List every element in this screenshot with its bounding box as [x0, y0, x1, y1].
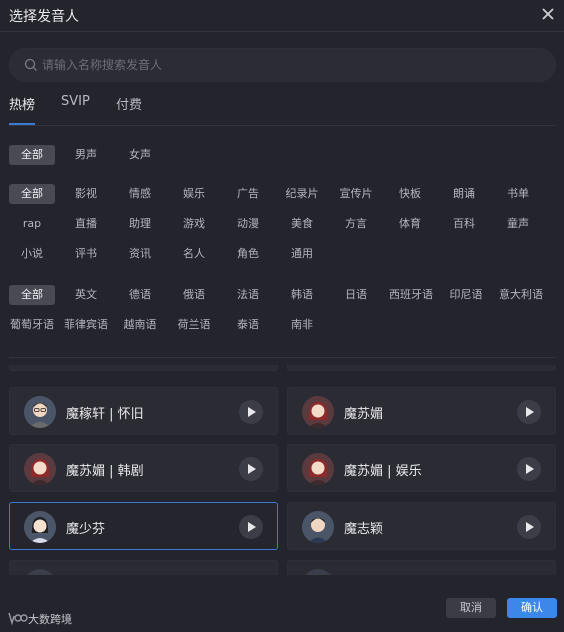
voice-card[interactable]: 魔稼轩 | 怀旧	[9, 387, 278, 435]
voice-name: 魔志颖	[344, 522, 384, 537]
play-icon[interactable]	[517, 457, 541, 481]
category-chip[interactable]: 娱乐	[171, 184, 217, 204]
tab-hot[interactable]: 热榜	[9, 94, 36, 125]
language-chip[interactable]: 意大利语	[493, 285, 549, 305]
voice-name: 魔稼轩 | 怀旧	[66, 407, 144, 422]
voice-card-partial[interactable]	[287, 560, 556, 575]
voice-card-partial[interactable]	[9, 560, 278, 575]
category-chip[interactable]: 通用	[279, 244, 325, 264]
cancel-button[interactable]: 取消	[446, 598, 496, 618]
language-chip[interactable]: 德语	[117, 285, 163, 305]
category-chip[interactable]: 纪录片	[279, 184, 325, 204]
language-chip[interactable]: 法语	[225, 285, 271, 305]
language-chip[interactable]: 泰语	[225, 315, 271, 335]
category-chip[interactable]: 美食	[279, 214, 325, 234]
voice-picker-dialog: 选择发音人 热榜 SVIP 付费 全部 男声 女声 全部 影视 情感 娱乐 广告…	[0, 0, 564, 632]
category-chip[interactable]: 资讯	[117, 244, 163, 264]
avatar	[302, 511, 334, 543]
avatar	[302, 396, 334, 428]
category-chip[interactable]: 情感	[117, 184, 163, 204]
gender-chip-all[interactable]: 全部	[9, 145, 55, 165]
play-icon[interactable]	[239, 457, 263, 481]
play-icon[interactable]	[517, 515, 541, 539]
voice-card[interactable]: 魔苏媚 | 娱乐	[287, 444, 556, 492]
voice-name: 魔苏媚 | 娱乐	[344, 464, 422, 479]
voice-list[interactable]: 魔稼轩 | 怀旧 魔苏媚 魔苏媚 | 韩剧 魔苏媚 | 娱乐 魔少芬 魔志颖	[9, 365, 556, 575]
tab-paid[interactable]: 付费	[116, 94, 142, 125]
search-box	[9, 48, 556, 82]
language-chip[interactable]: 越南语	[117, 315, 163, 335]
category-chip[interactable]: 小说	[9, 244, 55, 264]
voice-name: 魔少芬	[66, 522, 106, 537]
category-chip[interactable]: 方言	[333, 214, 379, 234]
tab-bar: 热榜 SVIP 付费	[9, 92, 556, 126]
avatar	[24, 396, 56, 428]
category-chip[interactable]: 体育	[387, 214, 433, 234]
category-chip[interactable]: 直播	[63, 214, 109, 234]
avatar	[24, 453, 56, 485]
title-bar: 选择发音人	[0, 0, 564, 32]
voice-card-partial[interactable]	[9, 365, 278, 371]
avatar	[302, 453, 334, 485]
voice-card-selected[interactable]: 魔少芬	[9, 502, 278, 550]
search-input[interactable]	[42, 49, 542, 81]
voice-name: 魔苏媚 | 韩剧	[66, 464, 144, 479]
avatar	[24, 569, 56, 575]
category-chip[interactable]: 童声	[495, 214, 541, 234]
category-chip[interactable]: 朗诵	[441, 184, 487, 204]
play-icon[interactable]	[517, 400, 541, 424]
voice-card[interactable]: 魔苏媚	[287, 387, 556, 435]
category-chip[interactable]: 评书	[63, 244, 109, 264]
category-chip[interactable]: rap	[9, 214, 55, 234]
category-chip[interactable]: 快板	[387, 184, 433, 204]
dialog-title: 选择发音人	[9, 9, 79, 25]
voice-name: 魔苏媚	[344, 407, 384, 422]
tab-svip[interactable]: SVIP	[61, 94, 90, 125]
language-chip[interactable]: 西班牙语	[383, 285, 439, 305]
category-chip[interactable]: 名人	[171, 244, 217, 264]
avatar	[24, 511, 56, 543]
search-icon	[24, 58, 37, 71]
play-icon[interactable]	[239, 400, 263, 424]
play-icon[interactable]	[239, 515, 263, 539]
category-chip[interactable]: 宣传片	[333, 184, 379, 204]
language-chip[interactable]: 韩语	[279, 285, 325, 305]
dialog-footer: 大数跨境 取消 确认	[0, 590, 564, 632]
category-chip[interactable]: 游戏	[171, 214, 217, 234]
language-chip[interactable]: 菲律宾语	[61, 315, 111, 335]
divider	[9, 357, 556, 358]
gender-chip-male[interactable]: 男声	[63, 145, 109, 165]
language-chip[interactable]: 全部	[9, 285, 55, 305]
language-chip[interactable]: 日语	[333, 285, 379, 305]
language-chip[interactable]: 南非	[279, 315, 325, 335]
voice-card[interactable]: 魔志颖	[287, 502, 556, 550]
category-chip[interactable]: 动漫	[225, 214, 271, 234]
language-chip[interactable]: 葡萄牙语	[9, 315, 55, 335]
category-chip[interactable]: 全部	[9, 184, 55, 204]
category-chip[interactable]: 百科	[441, 214, 487, 234]
brand-logo-text: 大数跨境	[28, 613, 72, 626]
voice-card-partial[interactable]	[287, 365, 556, 371]
confirm-button[interactable]: 确认	[507, 598, 557, 618]
category-chip[interactable]: 角色	[225, 244, 271, 264]
close-icon[interactable]	[540, 6, 556, 22]
category-chip[interactable]: 书单	[495, 184, 541, 204]
language-chip[interactable]: 印尼语	[441, 285, 491, 305]
language-chip[interactable]: 俄语	[171, 285, 217, 305]
category-chip[interactable]: 助理	[117, 214, 163, 234]
avatar	[302, 569, 334, 575]
category-chip[interactable]: 广告	[225, 184, 271, 204]
brand-logo-icon	[8, 612, 28, 626]
gender-chip-female[interactable]: 女声	[117, 145, 163, 165]
category-chip[interactable]: 影视	[63, 184, 109, 204]
language-chip[interactable]: 荷兰语	[171, 315, 217, 335]
language-chip[interactable]: 英文	[63, 285, 109, 305]
voice-card[interactable]: 魔苏媚 | 韩剧	[9, 444, 278, 492]
